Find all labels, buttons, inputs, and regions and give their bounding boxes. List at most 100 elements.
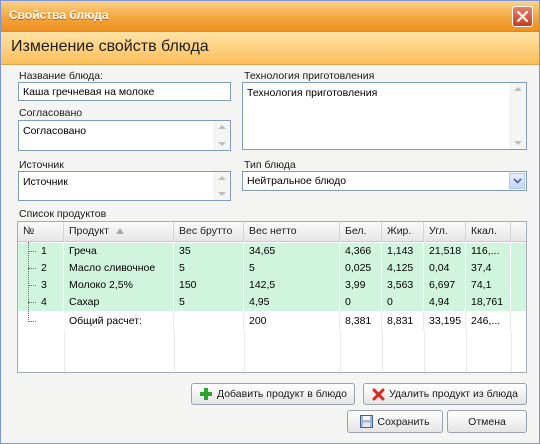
delete-icon <box>372 388 385 400</box>
scroll-down-icon[interactable] <box>218 142 226 146</box>
scroll-down-icon[interactable] <box>514 141 522 145</box>
row-num: 3 <box>36 277 64 294</box>
row-product: Молоко 2,5% <box>64 277 174 294</box>
tech-scrollbar[interactable] <box>510 83 526 149</box>
col-header-fat[interactable]: Жир. <box>382 222 424 241</box>
add-icon <box>199 388 212 400</box>
remove-product-button[interactable]: Удалить продукт из блюда <box>363 383 527 405</box>
row-prot: 3,99 <box>340 277 382 294</box>
tech-textarea[interactable]: Технология приготовления <box>242 82 527 150</box>
dish-name-input[interactable]: Каша гречневая на молоке <box>18 82 231 101</box>
cancel-label: Отмена <box>468 415 506 428</box>
close-icon <box>517 11 528 22</box>
total-prot: 8,381 <box>340 313 382 330</box>
agreed-scrollbar[interactable] <box>214 121 230 150</box>
save-button[interactable]: Сохранить <box>347 410 443 433</box>
row-fat: 0 <box>382 294 424 311</box>
table-row[interactable]: 2 Масло сливочное 5 5 0,025 4,125 0,04 3… <box>18 260 526 277</box>
row-carb: 6,697 <box>424 277 466 294</box>
total-fat: 8,831 <box>382 313 424 330</box>
dialog-window: Свойства блюда Изменение свойств блюда Н… <box>0 0 540 444</box>
table-row[interactable]: 1 Греча 35 34,65 4,366 1,143 21,518 116,… <box>18 243 526 260</box>
dish-type-select[interactable]: Нейтральное блюдо <box>242 171 527 191</box>
agreed-label: Согласовано <box>19 107 83 119</box>
dropdown-arrow-icon <box>512 178 522 184</box>
row-product: Греча <box>64 243 174 260</box>
col-header-carb[interactable]: Угл. <box>424 222 466 241</box>
dish-type-value: Нейтральное блюдо <box>247 175 347 187</box>
total-carb: 33,195 <box>424 313 466 330</box>
scroll-up-icon[interactable] <box>514 87 522 91</box>
add-product-label: Добавить продукт в блюдо <box>216 388 348 400</box>
row-kcal: 18,761 <box>466 294 511 311</box>
row-carb: 21,518 <box>424 243 466 260</box>
col-header-product-label: Продукт <box>69 225 109 237</box>
row-netto: 5 <box>244 260 340 277</box>
row-carb: 4,94 <box>424 294 466 311</box>
table-row[interactable]: 4 Сахар 5 4,95 0 0 4,94 18,761 <box>18 294 526 311</box>
col-header-kcal[interactable]: Ккал. <box>466 222 511 241</box>
sort-asc-icon <box>115 228 124 234</box>
form-area: Название блюда: Каша гречневая на молоке… <box>1 65 539 443</box>
table-row[interactable]: 3 Молоко 2,5% 150 142,5 3,99 3,563 6,697… <box>18 277 526 294</box>
row-carb: 0,04 <box>424 260 466 277</box>
row-num: 4 <box>36 294 64 311</box>
col-header-product[interactable]: Продукт <box>64 222 174 241</box>
add-product-button[interactable]: Добавить продукт в блюдо <box>191 383 355 405</box>
col-header-brutto[interactable]: Вес брутто <box>174 222 244 241</box>
scroll-down-icon[interactable] <box>218 192 226 196</box>
agreed-textarea[interactable]: Согласовано <box>18 120 231 151</box>
tree-line <box>28 302 36 304</box>
row-brutto: 5 <box>174 294 244 311</box>
source-label: Источник <box>19 159 64 171</box>
total-netto: 200 <box>244 313 340 330</box>
scroll-up-icon[interactable] <box>218 176 226 180</box>
total-brutto <box>174 313 244 330</box>
dish-name-value: Каша гречневая на молоке <box>23 86 155 98</box>
row-netto: 4,95 <box>244 294 340 311</box>
agreed-value: Согласовано <box>23 125 87 137</box>
source-value: Источник <box>23 176 68 188</box>
save-icon <box>360 415 374 428</box>
total-label: Общий расчет: <box>64 313 174 330</box>
remove-product-label: Удалить продукт из блюда <box>389 388 518 400</box>
row-num: 1 <box>36 243 64 260</box>
tech-value: Технология приготовления <box>247 87 378 99</box>
cancel-button[interactable]: Отмена <box>447 410 527 433</box>
row-kcal: 37,4 <box>466 260 511 277</box>
title-bar[interactable]: Свойства блюда <box>1 1 539 32</box>
window-title: Свойства блюда <box>9 8 109 22</box>
row-fat: 4,125 <box>382 260 424 277</box>
header-title: Изменение свойств блюда <box>11 38 209 55</box>
tree-line <box>28 251 36 253</box>
row-prot: 4,366 <box>340 243 382 260</box>
source-textarea[interactable]: Источник <box>18 171 231 201</box>
tree-line <box>28 285 36 287</box>
tree-line <box>28 268 36 270</box>
row-brutto: 5 <box>174 260 244 277</box>
save-label: Сохранить <box>377 415 430 428</box>
total-row[interactable]: Общий расчет: 200 8,381 8,831 33,195 246… <box>18 313 526 330</box>
dish-type-dropdown-button[interactable] <box>509 173 525 189</box>
col-header-netto[interactable]: Вес нетто <box>244 222 340 241</box>
row-kcal: 116,... <box>466 243 511 260</box>
row-product: Сахар <box>64 294 174 311</box>
close-button[interactable] <box>512 6 533 27</box>
col-header-num[interactable]: № <box>18 222 64 241</box>
row-brutto: 150 <box>174 277 244 294</box>
row-product: Масло сливочное <box>64 260 174 277</box>
products-label: Список продуктов <box>19 208 107 220</box>
header-band: Изменение свойств блюда <box>1 32 539 65</box>
row-prot: 0 <box>340 294 382 311</box>
scroll-up-icon[interactable] <box>218 125 226 129</box>
total-kcal: 246,... <box>466 313 511 330</box>
row-prot: 0,025 <box>340 260 382 277</box>
row-kcal: 74,1 <box>466 277 511 294</box>
row-num: 2 <box>36 260 64 277</box>
grid-header: № Продукт Вес брутто Вес нетто Бел. Жир.… <box>18 222 526 242</box>
source-scrollbar[interactable] <box>214 172 230 200</box>
row-brutto: 35 <box>174 243 244 260</box>
col-header-prot[interactable]: Бел. <box>340 222 382 241</box>
row-fat: 3,563 <box>382 277 424 294</box>
tech-label: Технология приготовления <box>244 70 375 82</box>
